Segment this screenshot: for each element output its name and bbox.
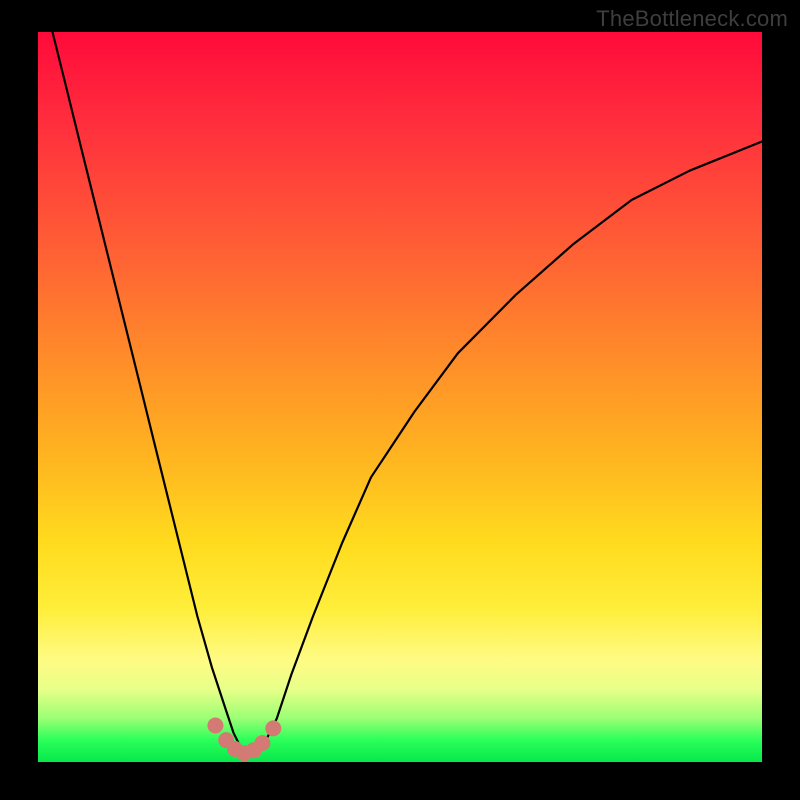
- marker-dot: [254, 735, 270, 751]
- plot-area: [38, 32, 762, 762]
- curve-layer: [38, 32, 762, 762]
- chart-frame: TheBottleneck.com: [0, 0, 800, 800]
- marker-dot: [207, 718, 223, 734]
- minimum-markers: [207, 718, 281, 762]
- marker-dot: [265, 720, 281, 736]
- watermark-text: TheBottleneck.com: [596, 6, 788, 32]
- bottleneck-curve: [53, 32, 763, 755]
